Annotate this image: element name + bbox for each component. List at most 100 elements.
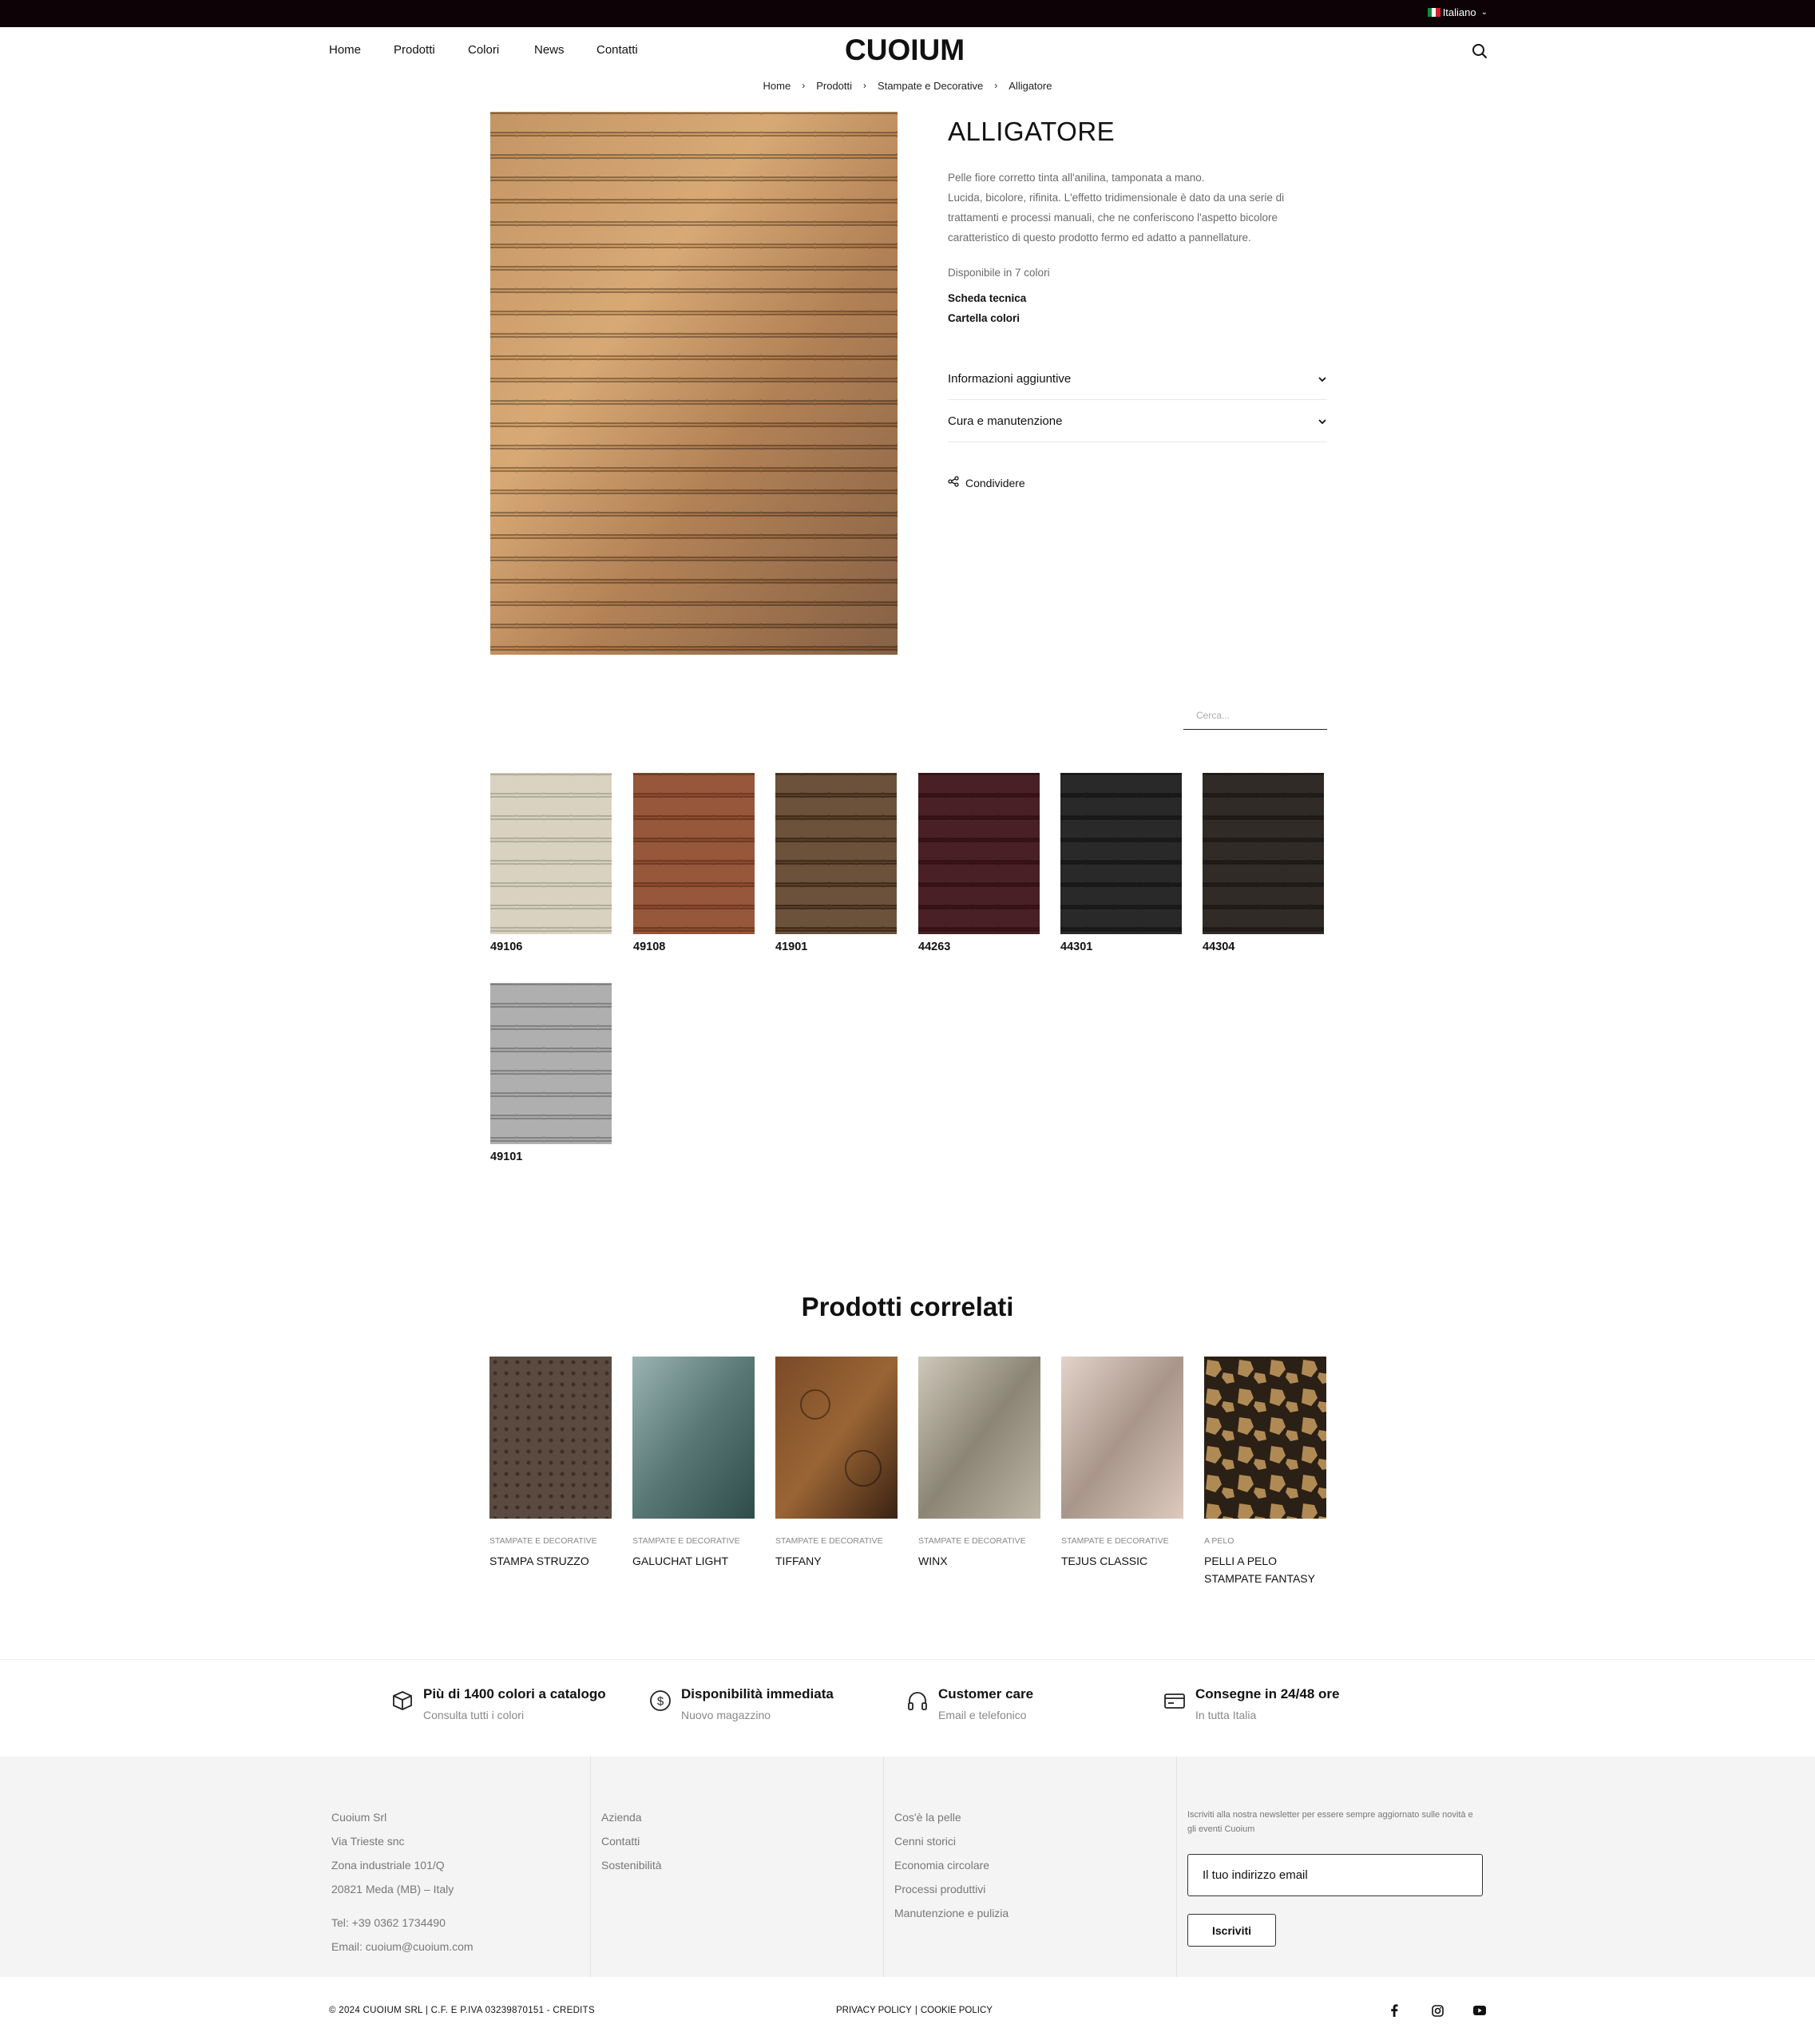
related-product[interactable]: STAMPATE E DECORATIVE TEJUS CLASSIC: [1061, 1357, 1183, 1570]
swatch-code: 44301: [1060, 941, 1093, 953]
related-product[interactable]: A PELO PELLI A PELO STAMPATE FANTASY: [1204, 1357, 1326, 1587]
color-swatch[interactable]: 44304: [1203, 773, 1324, 953]
search-icon[interactable]: [1472, 43, 1488, 59]
breadcrumb-current: Alligatore: [1009, 80, 1052, 92]
footer-info-links: Cos'è la pelle Cenni storici Economia ci…: [894, 1805, 1009, 1925]
newsletter-subscribe-button[interactable]: Iscriviti: [1187, 1914, 1276, 1947]
swatch-code: 49106: [490, 941, 523, 953]
related-product-name[interactable]: TIFFANY: [775, 1552, 898, 1570]
footer-text: Cuoium Srl: [331, 1811, 387, 1824]
footer-link[interactable]: Manutenzione e pulizia: [894, 1901, 1009, 1925]
related-product-name[interactable]: WINX: [918, 1552, 1040, 1570]
footer-text: 20821 Meda (MB) – Italy: [331, 1883, 454, 1895]
colors-search-input[interactable]: [1183, 701, 1327, 730]
footer-link[interactable]: Processi produttivi: [894, 1877, 1009, 1901]
nav-prodotti[interactable]: Prodotti: [394, 43, 468, 57]
footer-link[interactable]: Economia circolare: [894, 1853, 1009, 1877]
footer-link[interactable]: Sostenibilità: [601, 1853, 662, 1877]
color-swatch[interactable]: 44301: [1060, 773, 1182, 953]
nav-news[interactable]: News: [534, 43, 596, 57]
footer-text: Zona industriale 101/Q: [331, 1859, 445, 1872]
nav-home[interactable]: Home: [329, 43, 394, 57]
footer-link[interactable]: Cenni storici: [894, 1829, 1009, 1853]
related-product-image[interactable]: [1061, 1357, 1183, 1519]
swatch-code: 44263: [918, 941, 951, 953]
feature-item[interactable]: Customer care Email e telefonico: [906, 1686, 1033, 1721]
related-product-category: STAMPATE E DECORATIVE: [632, 1536, 740, 1546]
related-product[interactable]: STAMPATE E DECORATIVE GALUCHAT LIGHT: [632, 1357, 755, 1570]
footer-phone[interactable]: Tel: +39 0362 1734490: [331, 1911, 474, 1935]
breadcrumb-home[interactable]: Home: [763, 80, 791, 92]
related-product-name[interactable]: GALUCHAT LIGHT: [632, 1552, 755, 1570]
related-product-name[interactable]: PELLI A PELO STAMPATE FANTASY: [1204, 1552, 1326, 1587]
accordion-additional-info[interactable]: Informazioni aggiuntive: [948, 358, 1327, 400]
description-line: Pelle fiore corretto tinta all'anilina, …: [948, 172, 1205, 184]
swatch-image[interactable]: [775, 773, 897, 934]
product-description: Pelle fiore corretto tinta all'anilina, …: [948, 168, 1307, 248]
related-product[interactable]: STAMPATE E DECORATIVE TIFFANY: [775, 1357, 898, 1570]
newsletter-text: Iscriviti alla nostra newsletter per ess…: [1187, 1810, 1473, 1834]
related-product[interactable]: STAMPATE E DECORATIVE WINX: [918, 1357, 1040, 1570]
accordion-care[interactable]: Cura e manutenzione: [948, 401, 1327, 442]
swatch-image[interactable]: [490, 773, 612, 934]
language-label: Italiano: [1442, 6, 1476, 18]
footer-link[interactable]: Azienda: [601, 1805, 662, 1829]
color-swatch[interactable]: 49108: [633, 773, 755, 953]
technical-sheet-link[interactable]: Scheda tecnica: [948, 292, 1026, 304]
availability-text: Disponibile in 7 colori: [948, 267, 1050, 279]
site-logo[interactable]: CUOIUM: [845, 34, 965, 67]
breadcrumb-category[interactable]: Stampate e Decorative: [878, 80, 983, 92]
privacy-policy-link[interactable]: PRIVACY POLICY: [836, 2006, 912, 2015]
box-icon: [391, 1686, 414, 1721]
footer-text: Via Trieste snc: [331, 1835, 405, 1848]
related-product[interactable]: STAMPATE E DECORATIVE STAMPA STRUZZO: [489, 1357, 612, 1570]
related-product-image[interactable]: [918, 1357, 1040, 1519]
feature-item[interactable]: Consegne in 24/48 ore In tutta Italia: [1163, 1686, 1339, 1721]
swatch-code: 44304: [1203, 941, 1235, 953]
color-swatch[interactable]: 49101: [490, 983, 612, 1163]
color-swatch[interactable]: 44263: [918, 773, 1040, 953]
nav-colori[interactable]: Colori: [468, 43, 534, 57]
breadcrumb-prodotti[interactable]: Prodotti: [816, 80, 852, 92]
description-line: caratteristico di questo prodotto fermo …: [948, 232, 1251, 244]
feature-title: Customer care: [938, 1686, 1034, 1701]
description-line: trattamenti e processi manuali, che ne c…: [948, 212, 1278, 224]
nav-contatti[interactable]: Contatti: [596, 43, 638, 57]
dollar-icon: $: [649, 1686, 672, 1721]
footer-link[interactable]: Cos'è la pelle: [894, 1805, 1009, 1829]
feature-subtitle: Consulta tutti i colori: [423, 1709, 525, 1721]
name-line: STAMPATE FANTASY: [1204, 1572, 1315, 1585]
newsletter-email-input[interactable]: [1187, 1854, 1483, 1896]
footer-divider: [1176, 1757, 1177, 1977]
cookie-policy-link[interactable]: COOKIE POLICY: [921, 2006, 993, 2015]
share-label: Condividere: [965, 476, 1025, 489]
accordion-label: Informazioni aggiuntive: [948, 372, 1072, 386]
footer-email[interactable]: Email: cuoium@cuoium.com: [331, 1935, 474, 1959]
swatch-image[interactable]: [1060, 773, 1182, 934]
related-product-name[interactable]: STAMPA STRUZZO: [489, 1552, 612, 1570]
share-button[interactable]: Condividere: [948, 476, 1025, 489]
footer-company-links: Azienda Contatti Sostenibilità: [601, 1805, 662, 1877]
youtube-icon[interactable]: [1472, 2002, 1488, 2018]
swatch-image[interactable]: [490, 983, 612, 1144]
related-product-name[interactable]: TEJUS CLASSIC: [1061, 1552, 1183, 1570]
facebook-icon[interactable]: [1386, 2002, 1402, 2018]
color-swatch[interactable]: 49106: [490, 773, 612, 953]
swatch-image[interactable]: [918, 773, 1040, 934]
instagram-icon[interactable]: [1429, 2002, 1445, 2018]
related-product-image[interactable]: [632, 1357, 755, 1519]
swatch-image[interactable]: [633, 773, 755, 934]
language-selector[interactable]: Italiano ⌄: [1427, 6, 1488, 18]
chevron-down-icon: [1318, 374, 1327, 385]
related-product-image[interactable]: [489, 1357, 612, 1519]
feature-item[interactable]: $ Disponibilità immediata Nuovo magazzin…: [649, 1686, 834, 1721]
color-chart-link[interactable]: Cartella colori: [948, 312, 1020, 324]
product-image[interactable]: [490, 112, 898, 655]
related-product-image[interactable]: [775, 1357, 898, 1519]
swatch-code: 41901: [775, 941, 808, 953]
color-swatch[interactable]: 41901: [775, 773, 897, 953]
feature-item[interactable]: Più di 1400 colori a catalogo Consulta t…: [391, 1686, 606, 1721]
footer-link[interactable]: Contatti: [601, 1829, 662, 1853]
swatch-image[interactable]: [1203, 773, 1324, 934]
related-product-image[interactable]: [1204, 1357, 1326, 1519]
